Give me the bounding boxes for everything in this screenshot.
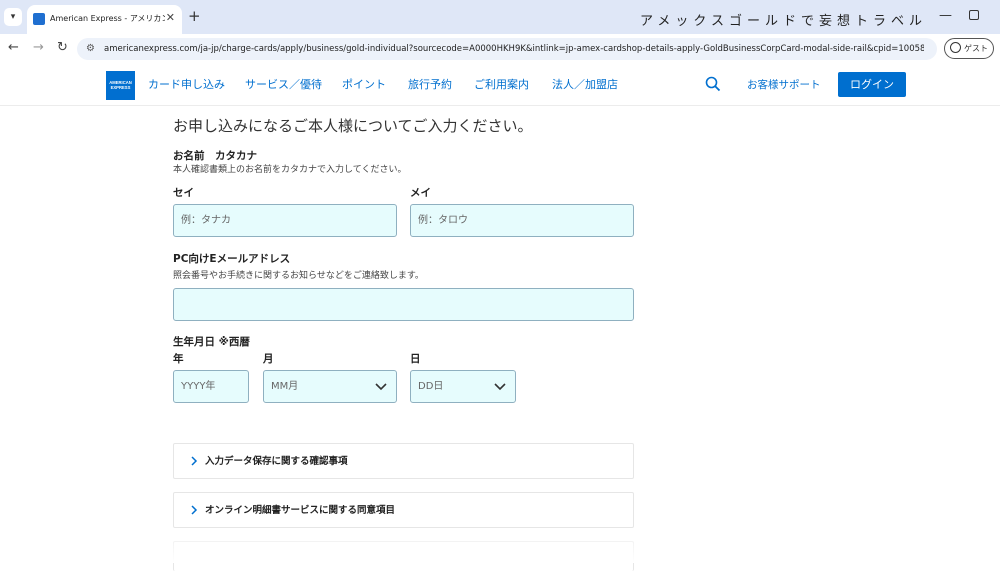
dob-day-value: DD日 <box>418 381 444 392</box>
browser-tab-strip: ▾ American Express - アメリカン･エ ✕ + アメックスゴー… <box>0 0 1000 34</box>
site-info-icon[interactable]: ⚙ <box>86 43 95 55</box>
nav-travel[interactable]: 旅行予約 <box>408 78 452 92</box>
window-title: アメックスゴールドで妄想トラベル <box>640 14 927 29</box>
email-section-hint: 照会番号やお手続きに関するお知らせなどをご連絡致します。 <box>173 271 424 281</box>
minimize-icon[interactable]: — <box>939 8 952 23</box>
first-name-label: メイ <box>410 187 431 199</box>
chevron-right-icon <box>191 505 198 515</box>
new-tab-plus-icon[interactable]: + <box>188 9 201 24</box>
amex-favicon-icon <box>33 13 45 25</box>
bottom-fade <box>0 536 1000 563</box>
tab-search-button[interactable]: ▾ <box>4 8 22 26</box>
first-name-kana-input[interactable]: 例：タロウ <box>410 204 634 237</box>
nav-business-merchants[interactable]: 法人／加盟店 <box>552 78 618 92</box>
chevron-down-icon <box>375 383 387 391</box>
site-header: AMERICAN EXPRESS カード申し込み サービス／優待 ポイント 旅行予… <box>0 64 1000 106</box>
email-section-title: PC向けEメールアドレス <box>173 253 291 265</box>
dob-year-placeholder: YYYY年 <box>181 381 216 392</box>
dob-month-select[interactable]: MM月 <box>263 370 397 403</box>
browser-tab-active[interactable]: American Express - アメリカン･エ ✕ <box>27 5 182 34</box>
login-button[interactable]: ログイン <box>838 72 906 97</box>
reload-icon[interactable]: ↻ <box>57 40 68 56</box>
dob-month-value: MM月 <box>271 381 299 392</box>
tab-title: American Express - アメリカン･エ <box>50 14 165 23</box>
last-name-kana-input[interactable]: 例：タナカ <box>173 204 397 237</box>
back-arrow-icon[interactable]: ← <box>8 40 19 56</box>
address-bar[interactable]: ⚙ americanexpress.com/ja-jp/charge-cards… <box>77 38 937 60</box>
maximize-icon[interactable] <box>969 10 979 20</box>
chevron-down-icon <box>494 383 506 391</box>
amex-logo[interactable]: AMERICAN EXPRESS <box>106 71 135 100</box>
accordion-data-save-confirmation[interactable]: 入力データ保存に関する確認事項 <box>173 443 634 479</box>
dob-day-label: 日 <box>410 353 421 365</box>
nav-points[interactable]: ポイント <box>342 78 386 92</box>
email-input[interactable] <box>173 288 634 321</box>
name-section-hint: 本人確認書類上のお名前をカタカナで入力してください。 <box>173 165 407 175</box>
url-text[interactable]: americanexpress.com/ja-jp/charge-cards/a… <box>104 43 924 55</box>
nav-usage-guide[interactable]: ご利用案内 <box>474 78 529 92</box>
form-heading: お申し込みになるご本人様についてご入力ください。 <box>173 117 533 135</box>
name-section-title: お名前 カタカナ <box>173 150 257 162</box>
dob-year-label: 年 <box>173 353 184 365</box>
accordion-label: オンライン明細書サービスに関する同意項目 <box>205 505 396 516</box>
nav-services[interactable]: サービス／優待 <box>245 78 322 92</box>
dob-day-select[interactable]: DD日 <box>410 370 516 403</box>
search-icon[interactable] <box>705 76 721 92</box>
last-name-placeholder: 例：タナカ <box>181 215 231 226</box>
profile-button[interactable]: ゲスト <box>944 38 994 59</box>
chevron-right-icon <box>191 456 198 466</box>
tab-close-icon[interactable]: ✕ <box>166 12 175 24</box>
person-icon <box>950 42 961 53</box>
profile-label: ゲスト <box>964 44 988 53</box>
dob-section-title: 生年月日 ※西暦 <box>173 336 250 348</box>
accordion-online-statement-consent[interactable]: オンライン明細書サービスに関する同意項目 <box>173 492 634 528</box>
first-name-placeholder: 例：タロウ <box>418 215 468 226</box>
forward-arrow-icon[interactable]: → <box>33 40 44 56</box>
nav-card-application[interactable]: カード申し込み <box>148 78 225 92</box>
dob-year-input[interactable]: YYYY年 <box>173 370 249 403</box>
last-name-label: セイ <box>173 187 194 199</box>
accordion-label: 入力データ保存に関する確認事項 <box>205 456 348 467</box>
customer-support-link[interactable]: お客様サポート <box>747 78 821 92</box>
dob-month-label: 月 <box>263 353 274 365</box>
